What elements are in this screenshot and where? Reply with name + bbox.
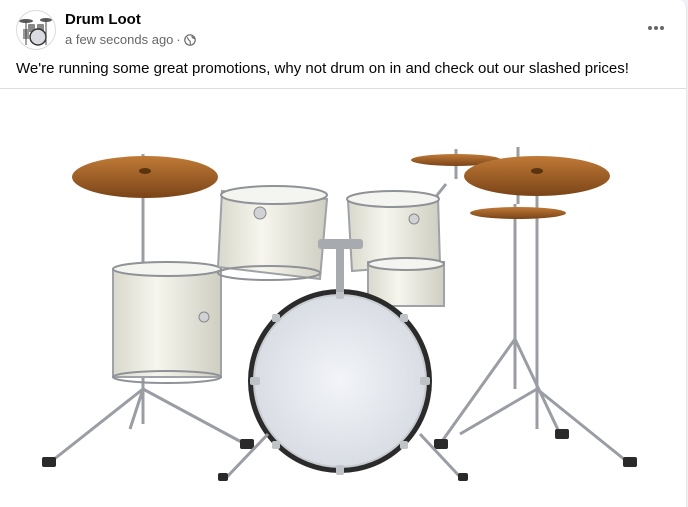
post-photo[interactable] xyxy=(0,89,686,507)
post-header: Drum Loot a few seconds ago · xyxy=(16,10,676,50)
page-name[interactable]: Drum Loot xyxy=(65,11,141,28)
post-timestamp[interactable]: a few seconds ago xyxy=(65,32,173,47)
drum-kit-photo xyxy=(42,147,637,481)
crash-cymbal-left xyxy=(72,156,218,198)
more-options-button[interactable] xyxy=(642,14,670,42)
post-meta: a few seconds ago · xyxy=(65,32,196,47)
bass-drum xyxy=(218,289,468,481)
floor-tom xyxy=(112,261,222,384)
ride-cymbal-right xyxy=(464,156,610,196)
page-avatar[interactable] xyxy=(16,10,56,50)
drum-avatar-icon xyxy=(19,18,52,46)
feed-post: Drum Loot a few seconds ago · We're runn… xyxy=(0,0,687,507)
post-caption: We're running some great promotions, why… xyxy=(16,60,629,77)
hi-hat-cymbal xyxy=(470,207,566,219)
more-options-icon xyxy=(648,26,664,30)
meta-separator: · xyxy=(176,32,181,47)
rack-tom-left xyxy=(216,185,329,281)
globe-icon[interactable] xyxy=(183,33,196,46)
